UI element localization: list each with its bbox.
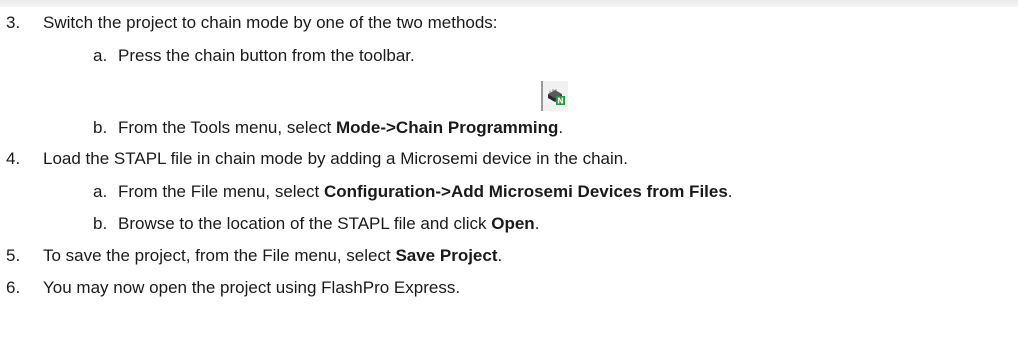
substep-4b: b. Browse to the location of the STAPL f…: [93, 214, 539, 234]
substep-letter: b.: [93, 118, 108, 137]
substep-letter: b.: [93, 214, 108, 233]
chain-programming-icon: N: [548, 89, 565, 106]
substep-text: From the File menu, select: [118, 182, 324, 201]
step-6: 6. You may now open the project using Fl…: [6, 278, 460, 298]
top-border: [0, 0, 1018, 7]
substep-text: From the Tools menu, select: [118, 118, 336, 137]
menu-path: Mode->Chain Programming: [335, 118, 559, 137]
substep-text: Browse to the location of the STAPL file…: [118, 214, 492, 233]
chain-button-icon-frame: N: [541, 81, 568, 111]
substep-suffix: .: [558, 118, 564, 137]
step-text: Switch the project to chain mode by one …: [43, 13, 498, 32]
substep-4a: a. From the File menu, select Configurat…: [93, 182, 733, 202]
step-number: 6.: [6, 278, 21, 297]
step-number: 3.: [6, 13, 21, 32]
substep-letter: a.: [93, 182, 108, 201]
substep-suffix: .: [727, 182, 733, 201]
substep-3a: a. Press the chain button from the toolb…: [93, 46, 415, 66]
step-text: To save the project, from the File menu,…: [43, 246, 396, 265]
substep-text: Press the chain button from the toolbar.: [118, 46, 415, 65]
step-number: 4.: [6, 149, 21, 168]
step-number: 5.: [6, 246, 21, 265]
menu-path: Configuration->Add Microsemi Devices fro…: [323, 182, 728, 201]
substep-letter: a.: [93, 46, 108, 65]
step-4: 4. Load the STAPL file in chain mode by …: [6, 149, 628, 169]
step-5: 5. To save the project, from the File me…: [6, 246, 502, 266]
step-suffix: .: [497, 246, 503, 265]
substep-suffix: .: [534, 214, 540, 233]
substep-3b: b. From the Tools menu, select Mode->Cha…: [93, 118, 563, 138]
step-text: You may now open the project using Flash…: [43, 278, 461, 297]
svg-text:N: N: [557, 97, 564, 106]
step-3: 3. Switch the project to chain mode by o…: [6, 13, 498, 33]
button-name: Open: [491, 214, 535, 233]
menu-item: Save Project: [395, 246, 498, 265]
step-text: Load the STAPL file in chain mode by add…: [43, 149, 628, 168]
